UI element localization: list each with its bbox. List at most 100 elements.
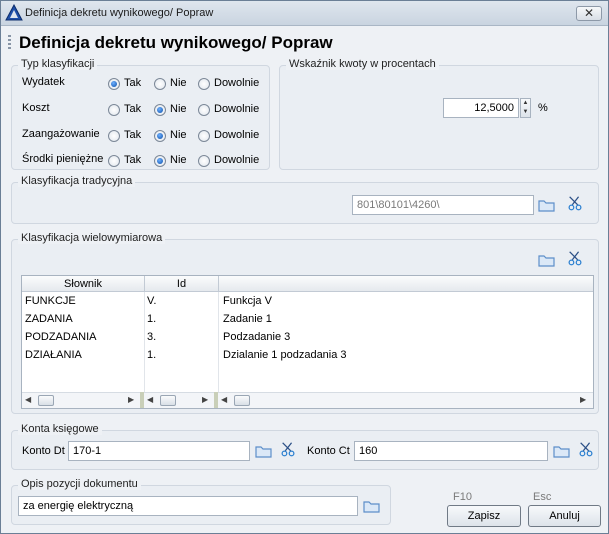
table-header: Słownik Id [22,276,593,292]
scroll-right-icon[interactable]: ▶ [580,395,586,404]
zaangazowanie-tak-radio[interactable] [108,130,120,142]
zaangazowanie-label: Zaangażowanie [22,128,100,140]
scissors-icon[interactable] [278,441,298,457]
scroll-thumb[interactable] [160,395,176,406]
wydatek-dowolnie-radio[interactable] [198,78,210,90]
konto-dt-input[interactable]: 170-1 [68,441,250,461]
koszt-label: Koszt [22,102,50,114]
opis-input[interactable]: za energię elektryczną [18,496,358,516]
klasyfikacja-tradycyjna-legend: Klasyfikacja tradycyjna [18,175,136,187]
close-icon: ✕ [583,6,595,20]
scroll-left-icon[interactable]: ◀ [25,395,31,404]
wskaznik-spinner[interactable]: ▲ ▼ [520,98,531,118]
scroll-right-icon[interactable]: ▶ [128,395,134,404]
konta-legend: Konta księgowe [18,423,102,435]
wydatek-dowolnie-label: Dowolnie [214,77,260,89]
scroll-thumb[interactable] [234,395,250,406]
opis-legend: Opis pozycji dokumentu [18,478,141,490]
scroll-left-icon[interactable]: ◀ [221,395,227,404]
wskaznik-group: Wskaźnik kwoty w procentach 12,5000 ▲ ▼ … [279,58,599,170]
konto-ct-input[interactable]: 160 [354,441,548,461]
scrollbar-id[interactable]: ◀ ▶ [144,392,214,408]
opis-group: Opis pozycji dokumentu za energię elektr… [11,478,391,525]
konto-dt-label: Konto Dt [22,445,65,457]
spin-up-icon[interactable]: ▲ [521,99,530,108]
cell-id: 3. [147,331,157,343]
srodki-dowolnie-label: Dowolnie [214,154,260,166]
window-title: Definicja dekretu wynikowego/ Popraw [25,7,214,19]
column-divider[interactable] [218,276,219,292]
wydatek-nie-label: Nie [170,77,187,89]
scrollbar-name[interactable]: ◀ ▶ [218,392,593,408]
zaangazowanie-nie-radio[interactable] [154,130,166,142]
folder-icon[interactable] [552,443,572,459]
cell-slownik: ZADANIA [25,313,73,325]
klasyfikacja-wielowymiarowa-legend: Klasyfikacja wielowymiarowa [18,232,166,244]
scissors-icon[interactable] [576,441,596,457]
title-bar: Definicja dekretu wynikowego/ Popraw ✕ [1,1,608,26]
koszt-tak-radio[interactable] [108,104,120,116]
scissors-icon[interactable] [565,250,585,266]
cell-name: Podzadanie 3 [223,331,291,343]
column-header-slownik[interactable]: Słownik [22,278,144,290]
cell-id: 1. [147,313,157,325]
wydatek-nie-radio[interactable] [154,78,166,90]
zaangazowanie-dowolnie-radio[interactable] [198,130,210,142]
scroll-left-icon[interactable]: ◀ [147,395,153,404]
klasyfikacja-wielowymiarowa-group: Klasyfikacja wielowymiarowa Słownik Id F… [11,232,599,414]
zaangazowanie-dowolnie-label: Dowolnie [214,129,260,141]
grip-icon [8,35,11,49]
cancel-button[interactable]: Anuluj [528,505,601,527]
folder-icon[interactable] [362,498,382,514]
srodki-pieniezne-label: Środki pieniężne [22,153,104,165]
save-button[interactable]: Zapisz [447,505,521,527]
zaangazowanie-nie-label: Nie [170,129,187,141]
close-button[interactable]: ✕ [576,6,602,21]
page-title: Definicja dekretu wynikowego/ Popraw [19,33,333,52]
column-line [144,292,145,392]
scissors-icon[interactable] [565,195,585,211]
cell-id: V. [147,295,157,307]
cell-slownik: PODZADANIA [25,331,97,343]
cell-slownik: FUNKCJE [25,295,76,307]
scroll-right-icon[interactable]: ▶ [202,395,208,404]
konta-group: Konta księgowe Konto Dt 170-1 Konto Ct 1… [11,423,599,470]
scrollbar-slownik[interactable]: ◀ ▶ [22,392,140,408]
srodki-dowolnie-radio[interactable] [198,155,210,167]
wydatek-tak-label: Tak [124,77,142,89]
typ-klasyfikacji-legend: Typ klasyfikacji [18,58,98,70]
folder-icon[interactable] [254,443,274,459]
koszt-tak-label: Tak [124,103,142,115]
srodki-tak-radio[interactable] [108,155,120,167]
save-shortcut-label: F10 [453,491,472,503]
folder-icon[interactable] [537,197,557,213]
dialog-window: Definicja dekretu wynikowego/ Popraw ✕ D… [0,0,609,534]
klasyfikacja-tradycyjna-input[interactable]: 801\80101\4260\ [352,195,534,215]
spin-down-icon[interactable]: ▼ [521,108,530,117]
koszt-dowolnie-label: Dowolnie [214,103,260,115]
column-line [218,292,219,392]
cell-slownik: DZIAŁANIA [25,349,82,361]
cancel-shortcut-label: Esc [533,491,552,503]
zaangazowanie-tak-label: Tak [124,129,142,141]
klasyfikacja-tradycyjna-group: Klasyfikacja tradycyjna 801\80101\4260\ [11,175,599,224]
cell-name: Dzialanie 1 podzadania 3 [223,349,347,361]
cell-name: Funkcja V [223,295,272,307]
konto-ct-label: Konto Ct [307,445,350,457]
wskaznik-legend: Wskaźnik kwoty w procentach [286,58,439,70]
srodki-tak-label: Tak [124,154,142,166]
klasyfikacja-table: Słownik Id FUNKCJE V. Funkcja V ZADANIA … [21,275,594,409]
koszt-dowolnie-radio[interactable] [198,104,210,116]
cell-name: Zadanie 1 [223,313,272,325]
scroll-thumb[interactable] [38,395,54,406]
wydatek-label: Wydatek [22,76,65,88]
koszt-nie-radio[interactable] [154,104,166,116]
column-header-id[interactable]: Id [145,278,218,290]
wskaznik-input[interactable]: 12,5000 [443,98,519,118]
koszt-nie-label: Nie [170,103,187,115]
folder-icon[interactable] [537,252,557,268]
wskaznik-unit: % [538,102,548,114]
srodki-nie-radio[interactable] [154,155,166,167]
srodki-nie-label: Nie [170,154,187,166]
wydatek-tak-radio[interactable] [108,78,120,90]
